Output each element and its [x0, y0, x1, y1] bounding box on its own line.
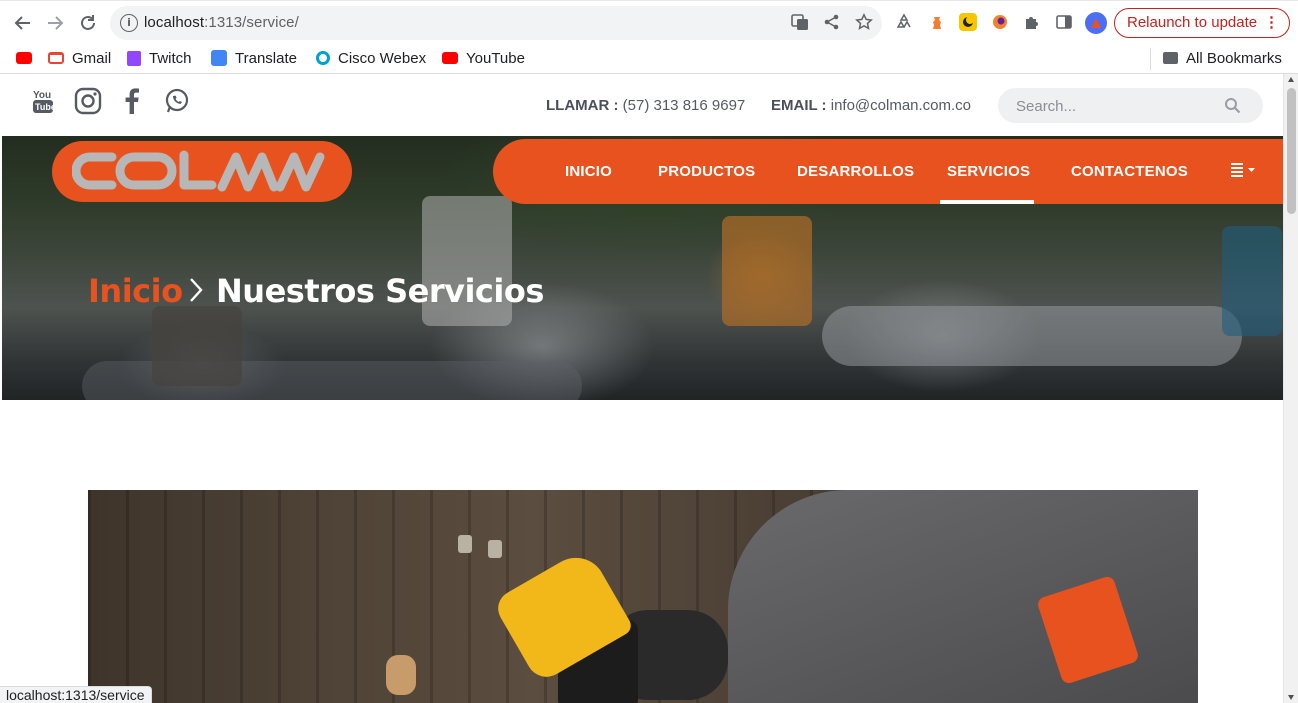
- all-bookmarks[interactable]: All Bookmarks: [1150, 48, 1282, 70]
- service-image-padlock: [488, 540, 502, 558]
- translate-icon: [211, 50, 227, 67]
- search-input[interactable]: [1016, 96, 1216, 116]
- folder-icon: [1163, 52, 1178, 65]
- youtube-icon[interactable]: You Tube: [30, 87, 56, 115]
- facebook-icon[interactable]: [122, 87, 148, 115]
- site-logo[interactable]: [52, 141, 352, 202]
- page-scrollbar[interactable]: [1283, 74, 1298, 703]
- scroll-down-icon[interactable]: [1288, 695, 1294, 700]
- relaunch-button[interactable]: Relaunch to update ⋮: [1114, 8, 1290, 38]
- address-bar[interactable]: i localhost:1313/service/: [110, 6, 882, 40]
- scroll-up-icon[interactable]: [1288, 77, 1294, 82]
- twitch-icon: [127, 50, 141, 66]
- breadcrumb-home-link[interactable]: Inicio: [88, 272, 183, 310]
- more-menu-icon[interactable]: ⋮: [1264, 9, 1279, 37]
- translate-page-icon[interactable]: [790, 13, 810, 33]
- service-image-handle: [386, 655, 416, 695]
- moon-extension-icon[interactable]: [959, 13, 977, 31]
- colman-logo-wordmark: [72, 150, 325, 192]
- chevron-right-icon: [190, 278, 203, 302]
- nav-servicios[interactable]: SERVICIOS: [947, 163, 1030, 180]
- profile-avatar[interactable]: [1085, 12, 1107, 34]
- phone-number: (57) 313 816 9697: [622, 97, 746, 114]
- back-icon[interactable]: [12, 12, 34, 34]
- bookmark-translate[interactable]: Translate: [211, 48, 297, 70]
- site-search: [998, 88, 1263, 123]
- relaunch-label: Relaunch to update: [1127, 14, 1258, 31]
- phone-label: LLAMAR :: [546, 97, 619, 114]
- bookmark-label: YouTube: [466, 50, 525, 67]
- bookmark-gmail[interactable]: Gmail: [48, 48, 111, 70]
- status-url-tooltip: localhost:1313/service: [0, 686, 152, 703]
- nav-inicio[interactable]: INICIO: [565, 163, 612, 180]
- bookmark-youtube[interactable]: YouTube: [442, 48, 525, 70]
- search-icon[interactable]: [1224, 97, 1241, 114]
- site-info-icon[interactable]: i: [120, 14, 138, 32]
- nav-contactenos[interactable]: CONTACTENOS: [1071, 163, 1188, 180]
- instagram-icon[interactable]: [74, 87, 102, 115]
- forward-icon[interactable]: [44, 12, 66, 34]
- main-navigation: INICIO PRODUCTOS DESARROLLOS SERVICIOS C…: [493, 139, 1283, 204]
- bookmark-twitch[interactable]: Twitch: [127, 48, 192, 70]
- url-text[interactable]: localhost:1313/service/: [144, 14, 299, 31]
- bookmark-label: Gmail: [72, 50, 112, 67]
- chess-extension-icon[interactable]: [927, 13, 945, 31]
- share-icon[interactable]: [822, 13, 842, 33]
- all-bookmarks-label: All Bookmarks: [1186, 50, 1282, 67]
- bookmark-label: Translate: [235, 50, 297, 67]
- email-contact[interactable]: EMAIL : info@colman.com.co: [771, 97, 971, 114]
- top-info-bar: You Tube LLAMAR : (57) 313 816 9697 EMAIL…: [2, 74, 1283, 136]
- gmail-icon: [48, 52, 64, 65]
- youtube-icon: [442, 52, 458, 65]
- url-host: localhost: [144, 14, 205, 31]
- phone-contact[interactable]: LLAMAR : (57) 313 816 9697: [546, 97, 745, 114]
- browser-toolbar: i localhost:1313/service/ Relaunch to up…: [0, 0, 1298, 44]
- bookmark-label: Twitch: [149, 50, 192, 67]
- service-image: [88, 490, 1198, 703]
- bookmarks-bar: Gmail Twitch Translate Cisco Webex YouTu…: [0, 44, 1298, 74]
- whatsapp-icon[interactable]: [164, 87, 190, 115]
- bookmark-cisco-webex[interactable]: Cisco Webex: [316, 48, 426, 70]
- svg-text:Tube: Tube: [35, 102, 56, 112]
- breadcrumb: Inicio Nuestros Servicios: [88, 272, 544, 310]
- service-image-worker: [728, 490, 1198, 703]
- bookmark-youtube-icon-only[interactable]: [16, 48, 40, 70]
- menu-dropdown-icon[interactable]: [1229, 161, 1257, 184]
- email-address: info@colman.com.co: [830, 97, 972, 114]
- scrollbar-thumb[interactable]: [1287, 88, 1296, 214]
- webex-icon: [316, 51, 330, 66]
- youtube-icon: [16, 52, 32, 65]
- email-label: EMAIL :: [771, 97, 827, 114]
- url-path: :1313/service/: [204, 14, 299, 31]
- bookmark-label: Cisco Webex: [338, 50, 427, 67]
- svg-text:You: You: [33, 90, 51, 101]
- nav-productos[interactable]: PRODUCTOS: [658, 163, 755, 180]
- reload-icon[interactable]: [77, 12, 99, 34]
- breadcrumb-current: Nuestros Servicios: [216, 272, 544, 310]
- firefox-like-extension-icon[interactable]: [991, 13, 1009, 31]
- nav-desarrollos[interactable]: DESARROLLOS: [797, 163, 914, 180]
- service-image-padlock: [458, 535, 472, 553]
- web-page: You Tube LLAMAR : (57) 313 816 9697 EMAIL…: [2, 74, 1283, 703]
- recycle-extension-icon[interactable]: [895, 13, 913, 31]
- bookmark-star-icon[interactable]: [854, 13, 874, 33]
- nav-active-indicator: [940, 200, 1034, 204]
- extensions-puzzle-icon[interactable]: [1023, 13, 1041, 31]
- side-panel-icon[interactable]: [1055, 13, 1073, 31]
